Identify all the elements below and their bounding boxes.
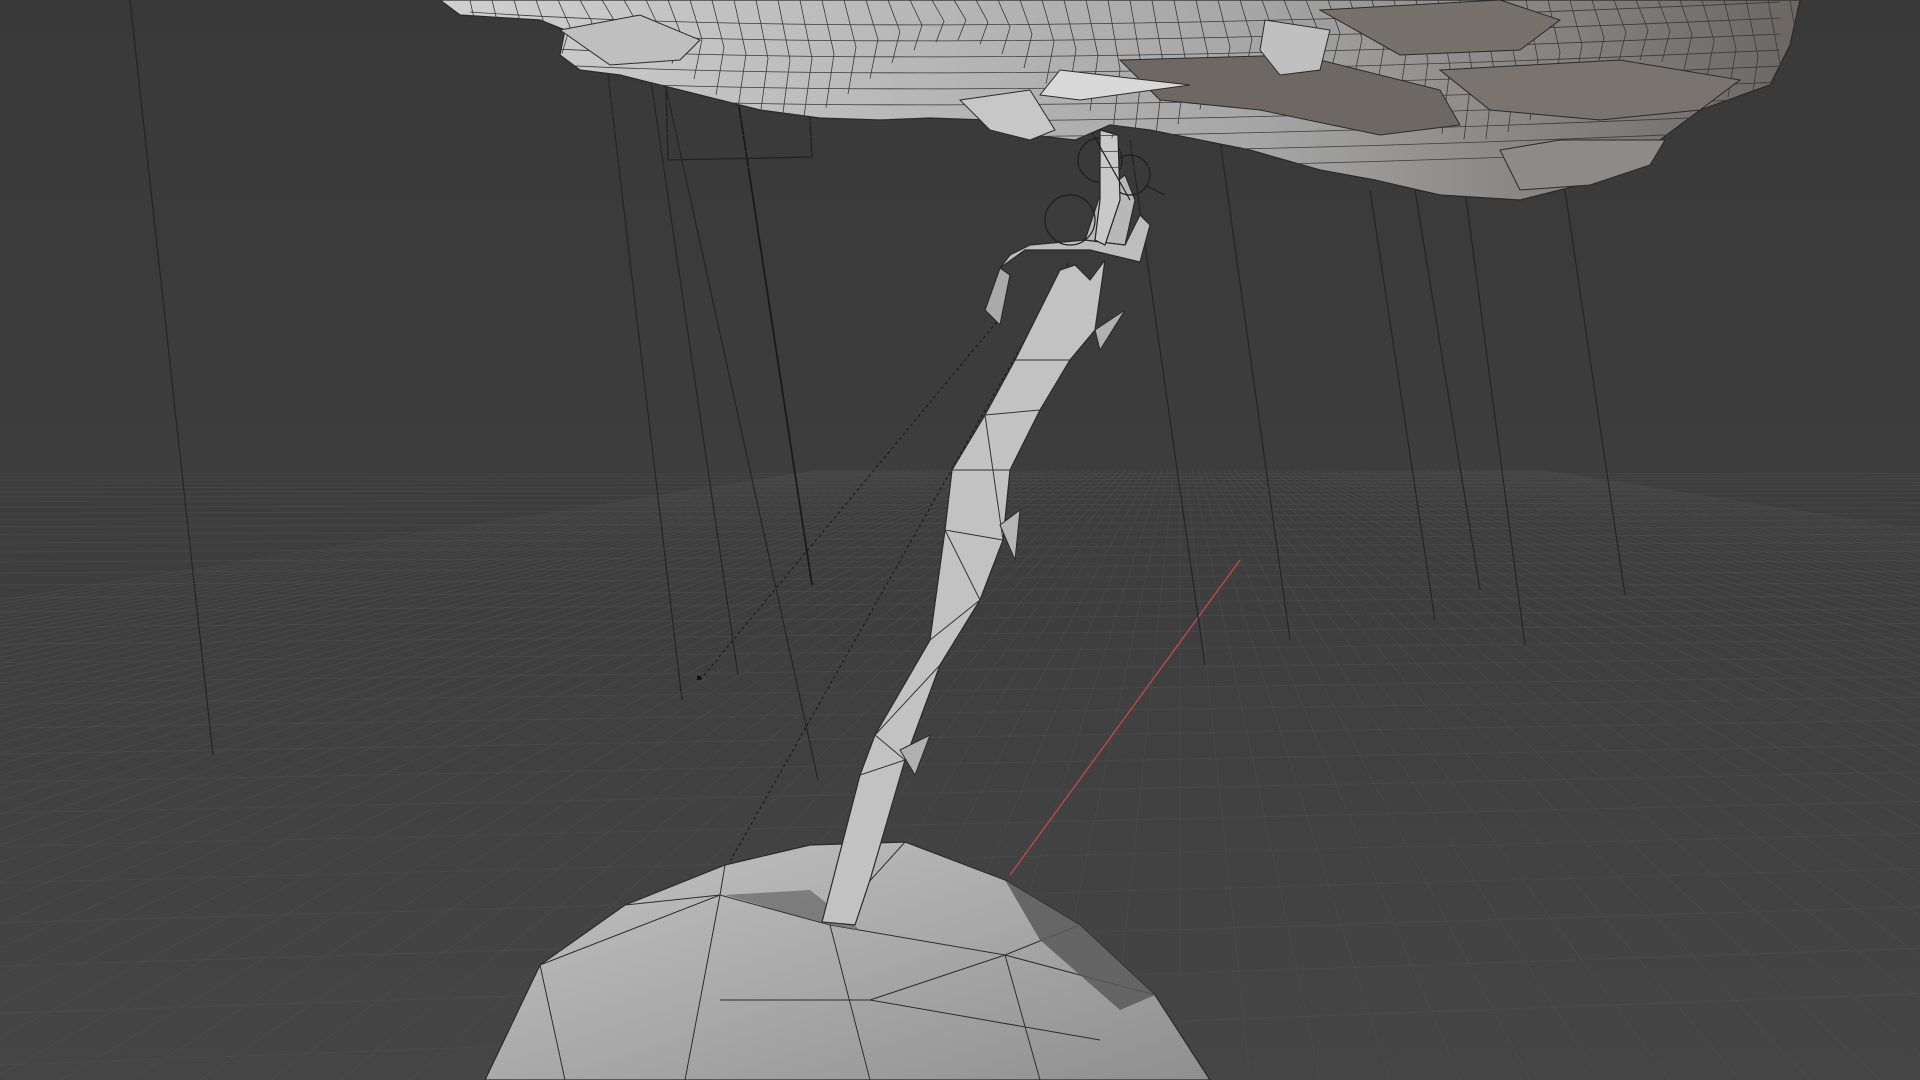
3d-viewport[interactable] [0,0,1920,1080]
viewport-canvas[interactable] [0,0,1920,1080]
helper-point[interactable] [697,676,701,680]
